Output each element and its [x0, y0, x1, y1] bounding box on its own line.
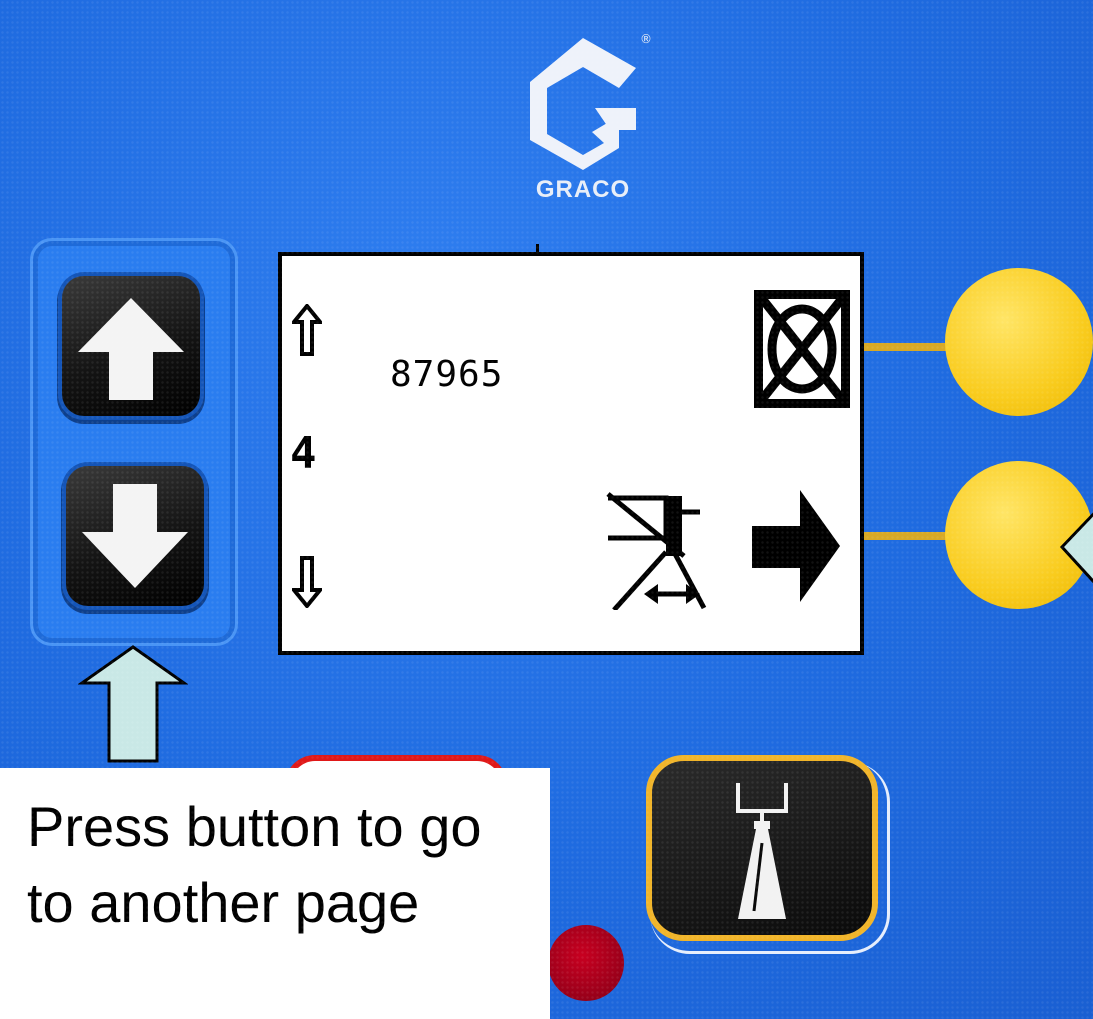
crossed-circle-icon — [754, 290, 850, 408]
up-arrow-icon — [78, 298, 184, 400]
softkey-bottom-connector — [864, 532, 956, 540]
caption-text: Press button to go to another page — [27, 795, 482, 934]
brand-name: GRACO — [535, 176, 631, 203]
softkey-top-button[interactable] — [945, 268, 1093, 416]
lcd-value: 87965 — [390, 354, 504, 395]
up-arrow-icon — [292, 304, 322, 356]
spray-button[interactable] — [646, 755, 878, 941]
down-key-callout-arrow-icon — [78, 645, 188, 763]
page-down-button[interactable] — [66, 466, 204, 606]
lcd-screen: 87965 4 — [278, 252, 864, 655]
spray-width-icon — [606, 492, 707, 610]
down-arrow-icon — [292, 556, 322, 608]
status-led — [548, 925, 624, 1001]
registered-mark: ® — [640, 32, 652, 46]
page-up-button[interactable] — [62, 276, 200, 416]
softkey-top-connector — [864, 343, 956, 351]
right-arrow-icon — [752, 490, 840, 602]
down-arrow-icon — [82, 484, 188, 588]
lcd-page-number: 4 — [290, 428, 317, 479]
control-panel: ® GRACO 87965 4 Press button to go to an… — [0, 0, 1093, 1019]
softkey-callout-arrow-icon — [1059, 512, 1093, 584]
spray-gun-icon — [736, 783, 788, 919]
